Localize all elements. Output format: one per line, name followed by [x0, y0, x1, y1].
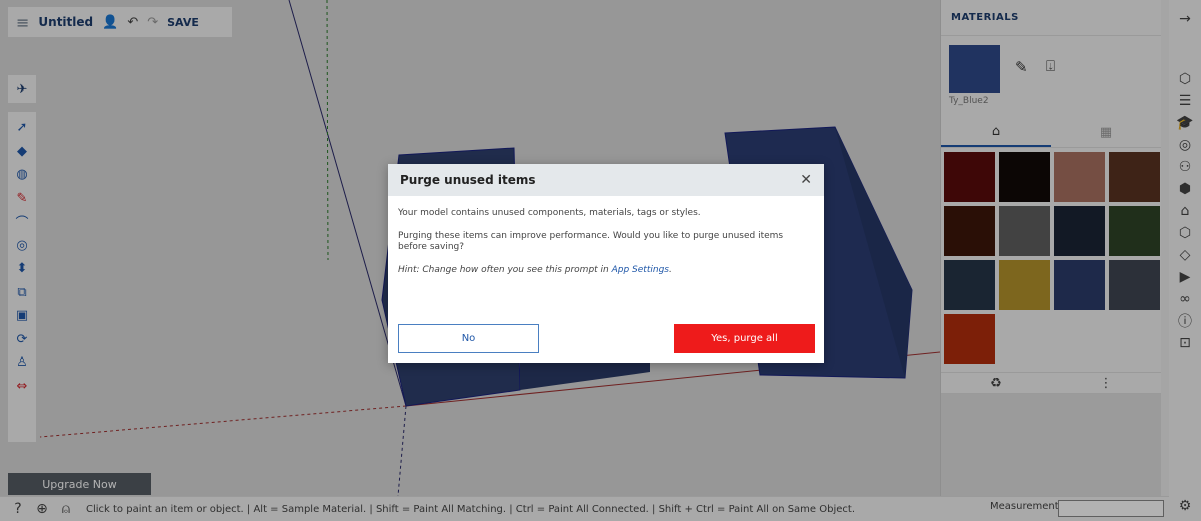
- top-bar: ≡ Untitled 👤 ↶ ↷ SAVE: [8, 7, 232, 37]
- soften-edges-icon[interactable]: ◇: [1169, 244, 1201, 266]
- extensions-icon[interactable]: ⊡: [1169, 332, 1201, 354]
- materials-header: MATERIALS: [941, 0, 1161, 36]
- dialog-header: Purge unused items ✕: [388, 164, 824, 196]
- right-icon-bar: → ⬡ ☰ 🎓 ◎ ⚇ ⬢ ⌂ ⬡ ◇ ▶ ∞ ⓘ ⊡ ⚙: [1169, 0, 1201, 521]
- material-swatches: [944, 152, 1160, 364]
- hint-prefix: Hint: Change how often you see this prom…: [398, 265, 612, 275]
- materials-actions: ♻ ⋮: [941, 372, 1161, 394]
- grid-icon: ▦: [1099, 125, 1113, 140]
- undo-icon[interactable]: ↶: [127, 15, 138, 30]
- material-swatch[interactable]: [999, 260, 1050, 310]
- outliner-icon[interactable]: ☰: [1169, 90, 1201, 112]
- material-swatch[interactable]: [1054, 206, 1105, 256]
- arc-icon[interactable]: ⌒: [8, 210, 36, 234]
- push-pull-icon[interactable]: ⬍: [8, 257, 36, 281]
- dialog-question: Purging these items can improve performa…: [398, 231, 784, 252]
- material-swatch[interactable]: [944, 314, 995, 364]
- dialog-body: Your model contains unused components, m…: [388, 196, 824, 276]
- save-button[interactable]: SAVE: [167, 16, 199, 29]
- walk-icon[interactable]: ♙: [8, 351, 36, 375]
- dialog-title: Purge unused items: [400, 173, 536, 187]
- entity-info-icon[interactable]: ⬡: [1169, 68, 1201, 90]
- model-title[interactable]: Untitled: [38, 15, 93, 29]
- info-icon[interactable]: ⓘ: [1169, 310, 1201, 332]
- redo-icon[interactable]: ↷: [147, 15, 158, 30]
- components-icon[interactable]: ◎: [1169, 134, 1201, 156]
- left-toolbar: ➚ ◆ ◍ ✎ ⌒ ◎ ⬍ ⧉ ▣ ⟳ ♙ ⇔: [8, 112, 36, 442]
- globe-icon[interactable]: ⊕: [34, 501, 50, 517]
- yes-purge-all-button[interactable]: Yes, purge all: [674, 324, 815, 353]
- hamburger-icon[interactable]: ≡: [16, 13, 29, 32]
- purge-dialog: Purge unused items ✕ Your model contains…: [388, 164, 824, 363]
- offset-icon[interactable]: ⧉: [8, 281, 36, 305]
- home-icon: ⌂: [991, 124, 1001, 139]
- panel-scrollbar[interactable]: [1161, 0, 1169, 496]
- current-material-name: Ty_Blue2: [949, 96, 989, 106]
- red-axis-dashed: [39, 405, 407, 438]
- materials-tabs: ⌂ ▦: [941, 118, 1161, 148]
- edit-material-icon[interactable]: ✎: [1015, 58, 1028, 76]
- blue-axis-dashed: [397, 405, 407, 496]
- dialog-hint: Hint: Change how often you see this prom…: [398, 265, 812, 276]
- no-button[interactable]: No: [398, 324, 539, 353]
- material-swatch[interactable]: [944, 206, 995, 256]
- scenes-icon[interactable]: ▶: [1169, 266, 1201, 288]
- material-swatch[interactable]: [1109, 152, 1160, 202]
- collapse-panel-icon[interactable]: →: [1169, 8, 1201, 30]
- material-swatch[interactable]: [944, 152, 995, 202]
- material-swatch[interactable]: [1109, 206, 1160, 256]
- select-tool-icon[interactable]: ➚: [8, 116, 36, 140]
- app-settings-link[interactable]: App Settings: [612, 265, 669, 275]
- upgrade-now-button[interactable]: Upgrade Now: [8, 473, 151, 495]
- materials-lower-area: [941, 394, 1161, 496]
- mouse-icon[interactable]: ⍝: [58, 501, 74, 517]
- material-swatch[interactable]: [1054, 260, 1105, 310]
- help-icon[interactable]: ?: [10, 501, 26, 517]
- material-swatch[interactable]: [999, 206, 1050, 256]
- circle-icon[interactable]: ◎: [8, 234, 36, 258]
- styles-icon[interactable]: ⬢: [1169, 178, 1201, 200]
- close-icon[interactable]: ✕: [800, 172, 812, 188]
- orbit-icon[interactable]: ⟳: [8, 328, 36, 352]
- current-material-preview[interactable]: [949, 45, 1000, 93]
- tags-icon[interactable]: ⌂: [1169, 200, 1201, 222]
- display-icon[interactable]: ∞: [1169, 288, 1201, 310]
- status-hint: Click to paint an item or object. | Alt …: [86, 503, 855, 515]
- material-swatch[interactable]: [999, 152, 1050, 202]
- paint-bucket-icon[interactable]: ◍: [8, 163, 36, 187]
- user-icon[interactable]: 👤: [102, 15, 118, 30]
- materials-panel: MATERIALS ✎ ⍗ Ty_Blue2 ⌂ ▦ ♻ ⋮: [940, 0, 1161, 496]
- section-plane-icon[interactable]: ▣: [8, 304, 36, 328]
- pencil-icon[interactable]: ✎: [8, 187, 36, 211]
- eraser-tool-icon[interactable]: ◆: [8, 140, 36, 164]
- more-options-icon[interactable]: ⋮: [1051, 376, 1161, 391]
- material-swatch[interactable]: [944, 260, 995, 310]
- material-swatch[interactable]: [1054, 152, 1105, 202]
- dimension-icon[interactable]: ⇔: [8, 375, 36, 399]
- materials-icon[interactable]: ⚇: [1169, 156, 1201, 178]
- material-swatch[interactable]: [1109, 260, 1160, 310]
- measurements-label: Measurements: [990, 501, 1064, 512]
- recycle-icon[interactable]: ♻: [941, 376, 1051, 391]
- download-material-icon[interactable]: ⍗: [1046, 57, 1055, 75]
- support-icon[interactable]: ⚙: [1169, 495, 1201, 517]
- search-tool-button[interactable]: ✈: [8, 75, 36, 103]
- hint-suffix: .: [668, 265, 672, 275]
- green-axis-line: [326, 0, 329, 261]
- tab-library[interactable]: ▦: [1051, 118, 1161, 147]
- search-tool-icon: ✈: [16, 81, 28, 97]
- dialog-message: Your model contains unused components, m…: [398, 208, 701, 218]
- solid-inspector-icon[interactable]: ⬡: [1169, 222, 1201, 244]
- tab-home[interactable]: ⌂: [941, 118, 1051, 147]
- measurements-input[interactable]: [1058, 500, 1164, 517]
- instructor-icon[interactable]: 🎓: [1169, 112, 1201, 134]
